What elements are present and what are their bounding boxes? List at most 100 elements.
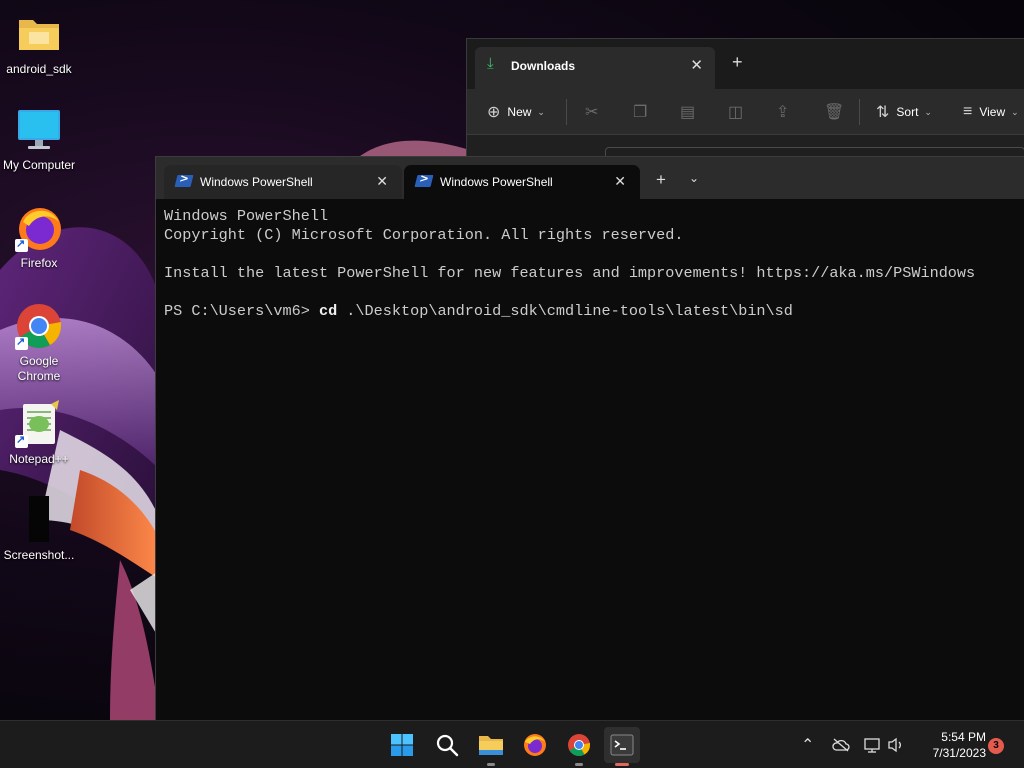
share-button[interactable]: ⇪ <box>776 89 789 135</box>
terminal-tab-2[interactable]: Windows PowerShell ✕ <box>404 165 640 199</box>
rename-button[interactable]: ◫ <box>728 89 743 135</box>
shortcut-arrow-icon <box>15 335 28 350</box>
terminal-line: Windows PowerShell <box>164 207 329 225</box>
explorer-toolbar: ⊕ New ⌄ ✂ ❐ ▤ ◫ ⇪ 🗑 ⇅ Sort ⌄ ≡ View ⌄ <box>467 89 1024 135</box>
paste-button[interactable]: ▤ <box>680 89 695 135</box>
terminal-window[interactable]: Windows PowerShell ✕ Windows PowerShell … <box>155 156 1024 720</box>
share-icon: ⇪ <box>776 104 790 121</box>
toolbar-divider <box>566 99 567 125</box>
chrome-icon <box>568 734 590 756</box>
command-text: cd <box>318 302 338 320</box>
taskbar-file-explorer[interactable] <box>473 727 509 766</box>
prompt-text: PS C:\Users\vm6> <box>164 302 319 320</box>
terminal-icon <box>610 734 634 756</box>
terminal-tab-title: Windows PowerShell <box>200 175 313 189</box>
terminal-blank-line: ​ <box>164 283 1024 302</box>
volume-tray-button[interactable] <box>887 721 905 768</box>
clock[interactable]: 5:54 PM 7/31/2023 <box>912 729 986 761</box>
chrome-icon <box>15 302 63 350</box>
chevron-down-icon: ⌄ <box>1011 106 1019 117</box>
desktop-icon-label: Firefox <box>20 256 58 270</box>
start-button[interactable] <box>384 727 420 763</box>
firefox-icon <box>524 734 546 756</box>
sort-button-label: Sort <box>896 105 919 119</box>
terminal-output[interactable]: Windows PowerShell Copyright (C) Microsof… <box>156 199 1024 321</box>
monitor-icon <box>15 106 63 154</box>
terminal-tab-1[interactable]: Windows PowerShell ✕ <box>164 165 402 199</box>
scissors-icon: ✂ <box>585 104 599 121</box>
search-button[interactable] <box>429 727 465 763</box>
desktop-icon-notepad-plus-plus[interactable]: Notepad++ <box>0 400 78 467</box>
show-hidden-icons-button[interactable]: ⌃ <box>801 721 814 768</box>
terminal-prompt-line[interactable]: PS C:\Users\vm6> cd .\Desktop\android_sd… <box>164 302 1024 321</box>
new-tab-icon[interactable]: + <box>656 170 666 190</box>
terminal-blank-line: ​ <box>164 245 1024 264</box>
taskbar: ⌃ 5:54 PM 7/31/2023 3 <box>0 720 1024 768</box>
running-indicator <box>487 763 495 766</box>
speaker-icon <box>888 737 901 753</box>
explorer-tab-downloads[interactable]: ⤓ Downloads ✕ <box>475 47 715 89</box>
terminal-tab-title: Windows PowerShell <box>440 175 553 189</box>
notification-badge[interactable]: 3 <box>988 738 1004 754</box>
chevron-up-icon: ⌃ <box>801 737 815 754</box>
trash-icon: 🗑 <box>824 104 845 121</box>
sort-button[interactable]: ⇅ Sort ⌄ <box>876 89 932 135</box>
taskbar-terminal[interactable] <box>604 727 640 766</box>
close-icon[interactable]: ✕ <box>690 56 703 74</box>
cloud-offline-icon <box>832 738 850 752</box>
list-view-icon: ≡ <box>963 103 973 120</box>
powershell-icon <box>414 175 434 187</box>
taskbar-firefox[interactable] <box>517 727 553 763</box>
terminal-line: Copyright (C) Microsoft Corporation. All… <box>164 226 684 244</box>
chevron-down-icon[interactable]: ⌄ <box>689 171 699 185</box>
desktop-icon-label: Notepad++ <box>9 452 69 466</box>
network-tray-button[interactable] <box>864 721 882 768</box>
explorer-tab-title: Downloads <box>511 59 576 73</box>
powershell-icon <box>174 175 194 187</box>
firefox-icon <box>15 204 63 252</box>
taskbar-chrome[interactable] <box>561 727 597 766</box>
close-icon[interactable]: ✕ <box>376 173 388 190</box>
desktop-icon-label: android_sdk <box>6 62 72 76</box>
new-tab-icon[interactable]: + <box>732 52 743 73</box>
desktop-icon-android-sdk[interactable]: android_sdk <box>0 10 78 77</box>
rename-icon: ◫ <box>728 104 744 121</box>
chevron-down-icon: ⌄ <box>924 106 932 117</box>
plus-circle-icon: ⊕ <box>487 104 501 121</box>
view-button[interactable]: ≡ View ⌄ <box>963 89 1019 135</box>
view-button-label: View <box>979 105 1006 119</box>
image-thumbnail-icon <box>15 496 63 544</box>
terminal-line: Install the latest PowerShell for new fe… <box>164 264 976 282</box>
download-icon: ⤓ <box>487 55 494 72</box>
copy-icon: ❐ <box>633 104 648 121</box>
running-indicator <box>575 763 583 766</box>
desktop-icon-my-computer[interactable]: My Computer <box>0 106 78 173</box>
new-button-label: New <box>507 105 532 119</box>
onedrive-tray-button[interactable] <box>832 721 850 768</box>
chevron-down-icon: ⌄ <box>537 106 545 117</box>
clock-time: 5:54 PM <box>941 730 986 744</box>
close-icon[interactable]: ✕ <box>614 173 626 190</box>
desktop-icon-firefox[interactable]: Firefox <box>0 204 78 271</box>
copy-button[interactable]: ❐ <box>633 89 647 135</box>
desktop-icon-screenshot[interactable]: Screenshot... <box>0 496 78 563</box>
sort-arrows-icon: ⇅ <box>876 104 890 121</box>
active-indicator <box>615 763 629 766</box>
shortcut-arrow-icon <box>15 433 28 448</box>
clipboard-icon: ▤ <box>680 104 696 121</box>
explorer-tab-bar: ⤓ Downloads ✕ + <box>467 39 1024 89</box>
argument-text: .\Desktop\android_sdk\cmdline-tools\late… <box>337 302 793 320</box>
desktop-icon-label: My Computer <box>2 158 76 172</box>
delete-button[interactable]: 🗑 <box>824 89 844 135</box>
shortcut-arrow-icon <box>15 237 28 252</box>
toolbar-divider <box>859 99 860 125</box>
folder-icon <box>479 736 503 755</box>
desktop-icon-google-chrome[interactable]: Google Chrome <box>0 302 78 384</box>
search-icon <box>436 734 459 757</box>
new-button[interactable]: ⊕ New ⌄ <box>487 89 545 135</box>
folder-icon <box>15 10 63 58</box>
network-icon <box>864 738 880 753</box>
terminal-tab-bar: Windows PowerShell ✕ Windows PowerShell … <box>156 157 1024 199</box>
cut-button[interactable]: ✂ <box>585 89 598 135</box>
clock-date: 7/31/2023 <box>932 746 986 760</box>
